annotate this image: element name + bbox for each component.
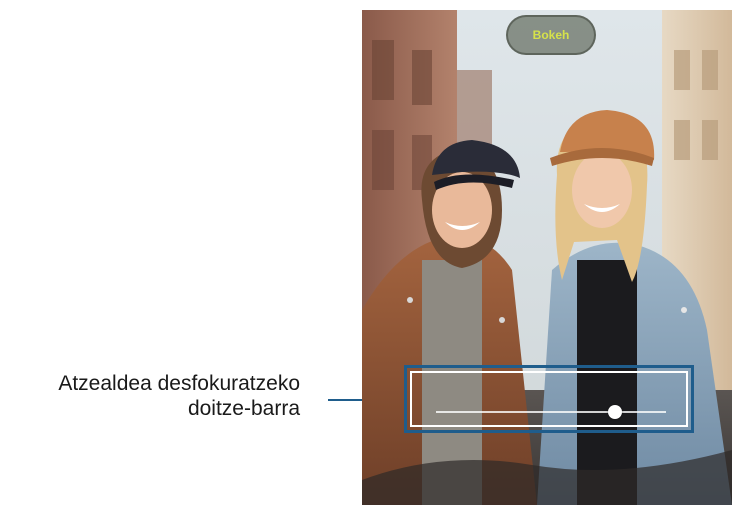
- manual-page: Atzealdea desfokuratzeko doitze-barra Bo…: [0, 0, 732, 505]
- blur-slider-track[interactable]: [436, 405, 666, 419]
- callout-label-line-2: doitze-barra: [187, 397, 300, 420]
- blur-slider-thumb[interactable]: [608, 405, 623, 419]
- callout-label-line-1: Atzealdea desfokuratzeko: [58, 372, 300, 395]
- blur-adjustment-highlight: [404, 365, 694, 433]
- blur-adjustment-highlight-inner: [410, 371, 688, 427]
- callout-label: Atzealdea desfokuratzeko doitze-barra: [0, 371, 300, 421]
- background-effect-button[interactable]: Bokeh: [506, 15, 596, 55]
